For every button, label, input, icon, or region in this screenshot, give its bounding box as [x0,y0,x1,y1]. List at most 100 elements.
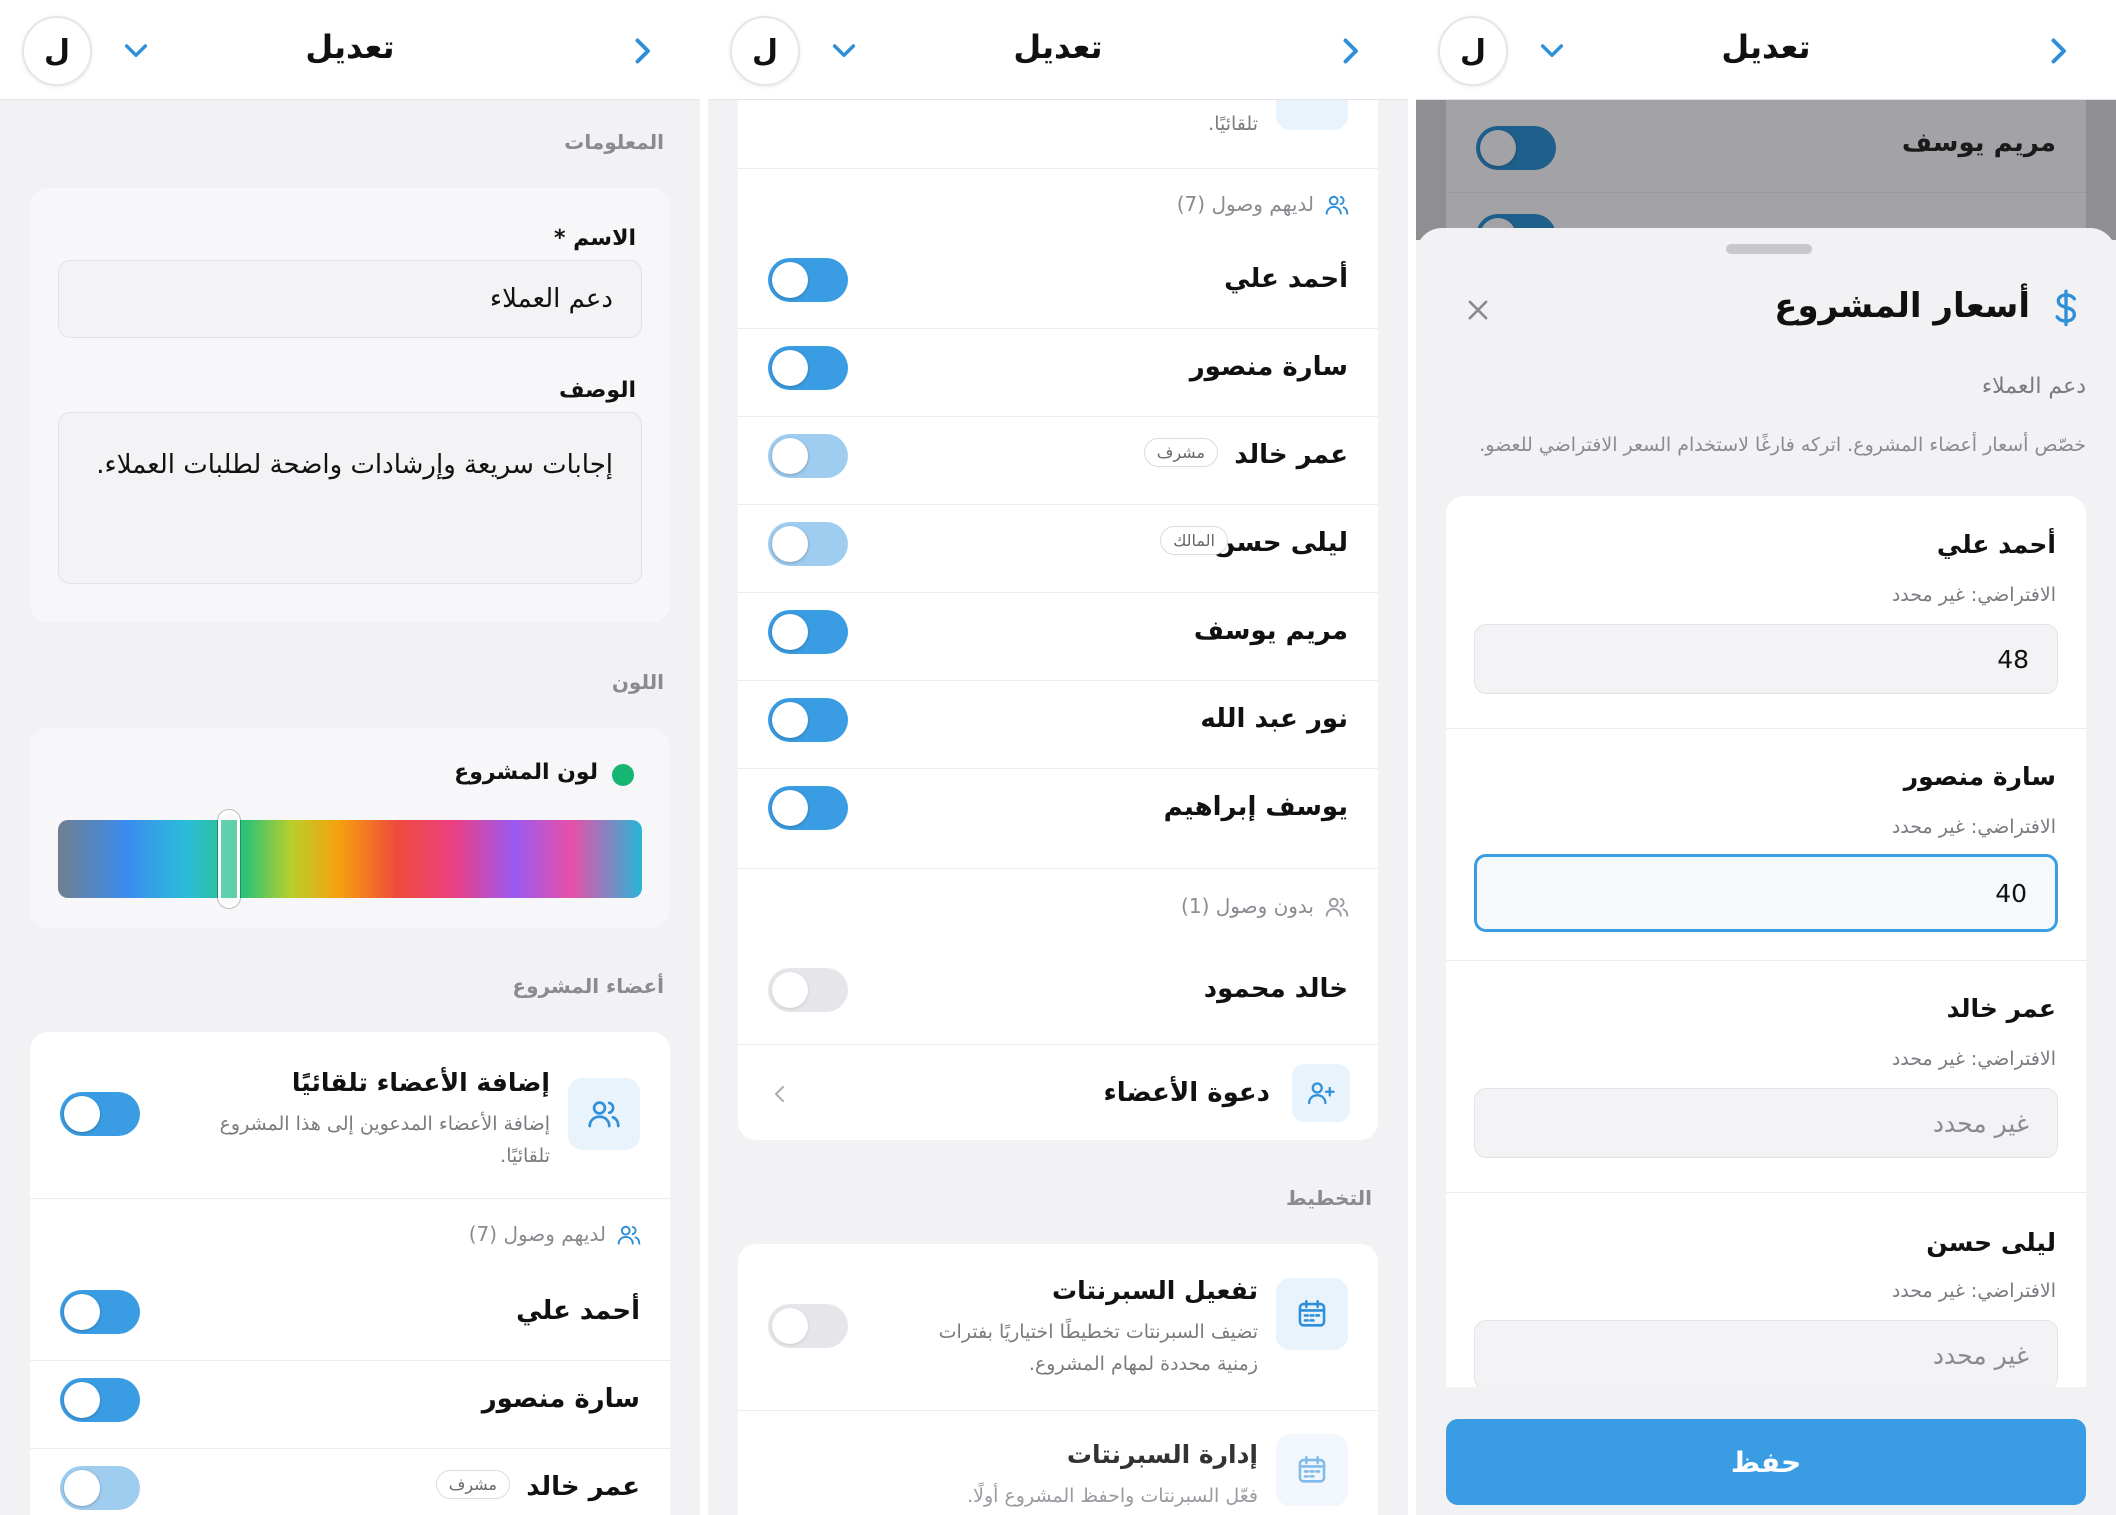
member-row: أحمد علي [30,1272,670,1360]
header: ل تعديل [1416,0,2116,100]
back-chevron-icon[interactable] [2040,33,2076,69]
manage-sprints-description: فعّل السبرنتات واحفظ المشروع أولًا. [967,1485,1258,1507]
member-row: أحمد علي [738,240,1378,328]
auto-add-toggle[interactable] [60,1092,140,1136]
role-badge: مشرف [435,1470,510,1499]
users-icon-box [1276,100,1348,130]
enable-sprints-title: تفعيل السبرنتات [1052,1276,1258,1305]
price-member-name: أحمد علي [1936,530,2056,559]
pricing-hint: خصّص أسعار أعضاء المشروع. اتركه فارغًا ل… [1479,434,2086,456]
close-icon[interactable] [1464,296,1492,324]
avatar[interactable]: ل [22,16,92,86]
member-name: عمر خالد [526,1472,640,1502]
price-input[interactable]: 48 [1474,624,2058,694]
users-icon [617,1225,641,1245]
invite-members-label: دعوة الأعضاء [1103,1078,1270,1108]
member-name: ليلى حسن [1213,528,1348,558]
member-access-toggle[interactable] [768,610,848,654]
sheet-grabber[interactable] [1726,244,1812,254]
avatar[interactable]: ل [730,16,800,86]
auto-add-description: إضافة الأعضاء المدعوين إلى هذا المشروع ت… [219,1113,550,1167]
invite-members-row[interactable]: دعوة الأعضاء [738,1048,1378,1140]
member-row: نور عبد الله [738,680,1378,768]
member-access-toggle[interactable] [768,786,848,830]
member-name: مريم يوسف [1901,128,2056,158]
member-access-toggle[interactable] [768,258,848,302]
member-name: نور عبد الله [1200,704,1348,734]
price-input[interactable]: غير محدد [1474,1088,2058,1158]
color-slider-thumb[interactable] [218,810,240,908]
member-access-toggle[interactable] [768,968,848,1012]
color-hue-slider[interactable] [58,820,642,898]
dollar-icon [2055,289,2077,327]
page-title: تعديل [305,28,395,66]
name-label: الاسم * [554,226,636,251]
member-access-toggle[interactable] [768,346,848,390]
section-label-info: المعلومات [564,130,664,154]
member-row: مريم يوسف [738,592,1378,680]
page-title: تعديل [1013,28,1103,66]
member-access-toggle[interactable] [60,1290,140,1334]
price-default: الافتراضي: غير محدد [1891,816,2056,838]
save-button[interactable]: حفظ [1446,1419,2086,1505]
add-user-icon [1308,1082,1335,1105]
price-input[interactable]: 40 [1474,854,2058,932]
color-dot [612,764,634,786]
section-label-planning: التخطيط [1285,1186,1372,1210]
avatar[interactable]: ل [1438,16,1508,86]
save-bar: حفظ [1416,1387,2116,1515]
member-row: سارة منصور [738,328,1378,416]
project-color-label: لون المشروع [454,760,598,785]
sheet-title: أسعار المشروع [1774,286,2030,326]
chevron-left-icon [774,1085,785,1103]
description-label: الوصف [558,378,636,403]
member-access-toggle[interactable] [60,1378,140,1422]
dimmed-background: مريم يوسف [1416,100,2116,240]
member-name: عمر خالد [1234,440,1348,470]
price-default: الافتراضي: غير محدد [1891,1280,2056,1302]
chevron-down-icon[interactable] [828,34,860,66]
enable-sprints-toggle[interactable] [768,1304,848,1348]
chevron-down-icon[interactable] [120,34,152,66]
has-access-label: لديهم وصول (7) [1176,192,1314,216]
members-card: إضافة الأعضاء تلقائيًا إضافة الأعضاء الم… [30,1032,670,1515]
users-icon [588,1101,620,1128]
price-member-name: عمر خالد [1946,994,2056,1023]
member-access-toggle [1476,126,1556,170]
back-chevron-icon[interactable] [624,33,660,69]
no-access-label: بدون وصول (1) [1181,894,1314,918]
role-badge: مشرف [1143,438,1218,467]
calendar-icon [1298,1299,1326,1327]
page-title: تعديل [1721,28,1811,66]
calendar-icon [1298,1455,1326,1483]
users-icon-box [568,1078,640,1150]
pricing-list-card: أحمد علي الافتراضي: غير محدد 48 سارة منص… [1446,496,2086,1496]
users-icon [1325,195,1349,215]
member-name: أحمد علي [516,1296,640,1326]
role-badge: المالك [1160,526,1228,555]
header: ل تعديل [708,0,1408,100]
enable-sprints-description: تضيف السبرنتات تخطيطًا اختياريًا بفترات … [938,1321,1258,1375]
member-access-toggle[interactable] [768,522,848,566]
manage-sprints-title: إدارة السبرنتات [1066,1440,1258,1469]
description-textarea[interactable]: إجابات سريعة وإرشادات واضحة لطلبات العمل… [58,412,642,584]
name-input[interactable]: دعم العملاء [58,260,642,338]
planning-card: تفعيل السبرنتات تضيف السبرنتات تخطيطًا ا… [738,1244,1378,1515]
member-row: سارة منصور [30,1360,670,1448]
member-name: سارة منصور [481,1384,640,1414]
chevron-down-icon[interactable] [1536,34,1568,66]
member-access-toggle[interactable] [768,434,848,478]
auto-add-description-tail: تلقائيًا. [1208,113,1258,135]
members-card: تلقائيًا. لديهم وصول (7) أحمد علي سارة م… [738,100,1378,1140]
section-label-color: اللون [611,670,664,694]
has-access-label: لديهم وصول (7) [468,1222,606,1246]
user-icon [1325,897,1349,917]
back-chevron-icon[interactable] [1332,33,1368,69]
price-member-name: سارة منصور [1903,762,2056,791]
price-input[interactable]: غير محدد [1474,1320,2058,1390]
member-access-toggle[interactable] [768,698,848,742]
member-row: خالد محمود [738,950,1378,1038]
member-access-toggle[interactable] [60,1466,140,1510]
color-card: لون المشروع [30,728,670,928]
member-row: عمر خالد مشرف [738,416,1378,504]
